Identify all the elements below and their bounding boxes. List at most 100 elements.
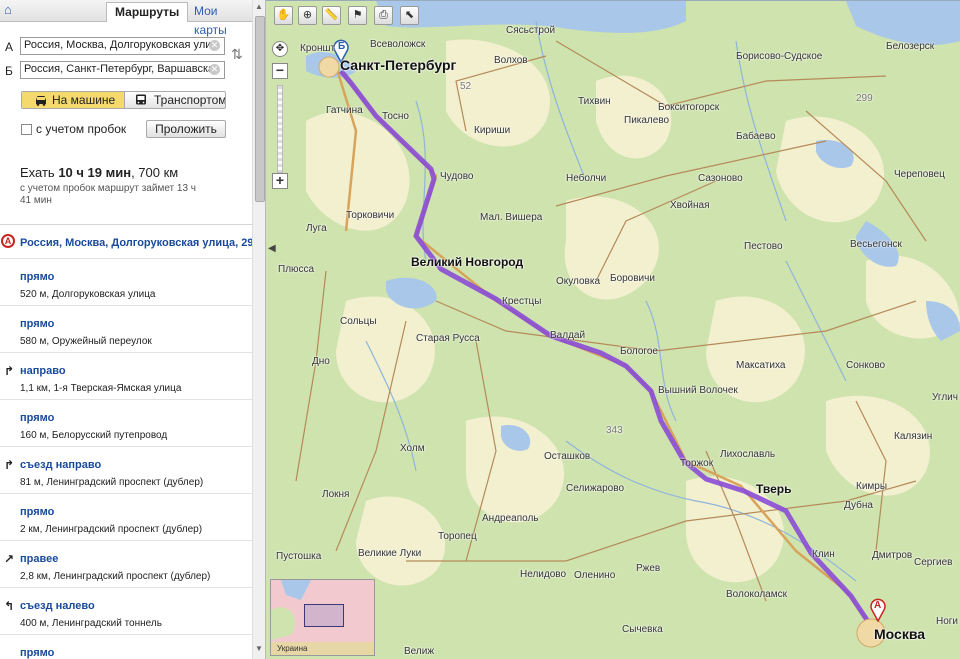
route-tool-icon[interactable]: ⚑	[348, 6, 367, 25]
city-label: Сонково	[846, 360, 886, 371]
elevation-label: 299	[856, 93, 873, 104]
step-detail: 400 м, Ленинградский тоннель	[20, 618, 162, 629]
summary-time: 10 ч 19 мин	[58, 165, 132, 180]
summary-traffic-note: с учетом пробок маршрут займет 13 ч 41 м…	[20, 183, 197, 206]
route-step[interactable]: ↱ направо 1,1 км, 1-я Тверская-Ямская ул…	[0, 353, 252, 400]
city-label: Сычевка	[622, 624, 663, 635]
city-label: Дмитров	[872, 550, 913, 561]
ruler-tool-icon[interactable]: 📏	[322, 6, 341, 25]
zoom-control: ✥ − +	[272, 41, 290, 189]
route-step[interactable]: прямо 160 м, Белорусский путепровод	[0, 400, 252, 447]
city-label: Плюсса	[278, 264, 315, 275]
mode-transit-button[interactable]: Транспортом	[126, 92, 226, 108]
route-step[interactable]: ↰ съезд налево 400 м, Ленинградский тонн…	[0, 588, 252, 635]
city-label: Углич	[932, 392, 958, 403]
route-step[interactable]: ↗ правее 2,8 км, Ленинградский проспект …	[0, 541, 252, 588]
step-detail: 1,1 км, 1-я Тверская-Ямская улица	[20, 383, 182, 394]
zoom-in-button[interactable]: +	[272, 173, 288, 189]
city-label: Тосно	[382, 111, 409, 122]
route-start-row[interactable]: А Россия, Москва, Долгоруковская улица, …	[0, 225, 254, 259]
clear-to-icon[interactable]: ✕	[209, 64, 220, 75]
from-address-value: Россия, Москва, Долгоруковская ули	[24, 39, 212, 51]
city-label: Пестово	[744, 241, 783, 252]
route-step[interactable]: прямо	[0, 635, 252, 659]
city-label: Гатчина	[326, 105, 363, 116]
tab-routes[interactable]: Маршруты	[106, 2, 189, 22]
city-label: Бокситогорск	[658, 102, 720, 113]
city-label: Валдай	[550, 330, 586, 341]
home-icon[interactable]: ⌂	[4, 3, 18, 17]
city-label: Старая Русса	[416, 333, 480, 344]
route-summary: Ехать 10 ч 19 мин, 700 км	[20, 165, 178, 180]
zoom-box-tool-icon[interactable]: ⊕	[298, 6, 317, 25]
route-step[interactable]: прямо 2 км, Ленинградский проспект (дубл…	[0, 494, 252, 541]
hand-tool-icon[interactable]: ✋	[274, 6, 293, 25]
step-detail: 81 м, Ленинградский проспект (дублер)	[20, 477, 204, 488]
zoom-out-button[interactable]: −	[272, 63, 288, 79]
panel-scrollbar[interactable]: ▲ ▼	[252, 0, 265, 659]
city-label: Бологое	[620, 346, 658, 357]
city-label: Андреаполь	[482, 513, 539, 524]
select-tool-icon[interactable]: ⬉	[400, 6, 419, 25]
mode-car-button[interactable]: На машине	[22, 92, 125, 108]
city-label: Луга	[306, 223, 327, 234]
compass-icon[interactable]: ✥	[272, 41, 288, 57]
scroll-thumb[interactable]	[255, 16, 265, 202]
city-label: Лихославль	[720, 449, 776, 460]
step-title: прямо	[20, 506, 55, 518]
scroll-up-icon[interactable]: ▲	[255, 2, 263, 11]
step-detail: 520 м, Долгоруковская улица	[20, 289, 156, 300]
start-marker-icon: А	[1, 234, 15, 248]
city-label: Волхов	[494, 55, 528, 66]
point-b-label: Б	[5, 64, 13, 78]
minimap-viewport-frame[interactable]	[304, 604, 344, 627]
map-view[interactable]: ✋ ⊕ 📏 ⚑ ⎙ ⬉ ✥ − + Б А Санкт-Петербург Мо…	[266, 0, 960, 659]
city-label: Тихвин	[578, 96, 611, 107]
route-step[interactable]: прямо 520 м, Долгоруковская улица	[0, 259, 252, 306]
traffic-checkbox[interactable]	[21, 124, 32, 135]
city-label: Великие Луки	[358, 548, 422, 559]
scroll-down-icon[interactable]: ▼	[255, 644, 263, 653]
city-label: Волоколамск	[726, 589, 787, 600]
city-label: Кроншт	[300, 43, 336, 54]
overview-minimap[interactable]: Украина	[270, 579, 375, 656]
marker-b-label: Б	[338, 41, 346, 52]
road-number: 52	[460, 81, 472, 92]
city-label: Неболчи	[566, 173, 607, 184]
city-label: Бабаево	[736, 131, 776, 142]
clear-from-icon[interactable]: ✕	[209, 40, 220, 51]
city-label: Боровичи	[610, 273, 655, 284]
city-label: Кириши	[474, 125, 511, 136]
city-label: Дубна	[844, 500, 873, 511]
from-address-input[interactable]: Россия, Москва, Долгоруковская ули ✕	[20, 37, 225, 55]
exit-right-icon: ↱	[4, 458, 15, 472]
mode-transit-label: Транспортом	[154, 93, 226, 107]
step-title: прямо	[20, 647, 55, 659]
city-label: Окуловка	[556, 276, 601, 287]
route-step[interactable]: прямо 580 м, Оружейный переулок	[0, 306, 252, 353]
car-icon	[36, 96, 46, 106]
swap-points-icon[interactable]: ⇅	[231, 46, 243, 63]
print-tool-icon[interactable]: ⎙	[374, 6, 393, 25]
panel-tabs: ⌂ Маршруты Мои карты	[0, 0, 252, 37]
city-label: Дно	[312, 356, 330, 367]
city-label: Клин	[812, 549, 835, 560]
route-steps-list: А Россия, Москва, Долгоруковская улица, …	[0, 224, 254, 659]
collapse-panel-icon[interactable]: ◀	[268, 243, 278, 257]
zoom-slider[interactable]	[277, 85, 283, 173]
city-label: Череповец	[894, 169, 945, 180]
transport-mode-switch: На машине Транспортом	[21, 91, 226, 109]
to-address-input[interactable]: Россия, Санкт-Петербург, Варшавска ✕	[20, 61, 225, 79]
tab-my-maps[interactable]: Мои карты	[186, 2, 252, 37]
route-step[interactable]: ↱ съезд направо 81 м, Ленинградский прос…	[0, 447, 252, 494]
build-route-button[interactable]: Проложить	[146, 120, 226, 138]
city-label: Мал. Вишера	[480, 212, 543, 223]
summary-distance: , 700 км	[131, 165, 179, 180]
marker-a-label: А	[874, 600, 882, 611]
step-title: прямо	[20, 271, 55, 283]
city-label: Крестцы	[502, 296, 542, 307]
step-title: прямо	[20, 412, 55, 424]
city-label: Максатиха	[736, 360, 786, 371]
city-label: Калязин	[894, 431, 933, 442]
city-label: Торковичи	[346, 210, 395, 221]
